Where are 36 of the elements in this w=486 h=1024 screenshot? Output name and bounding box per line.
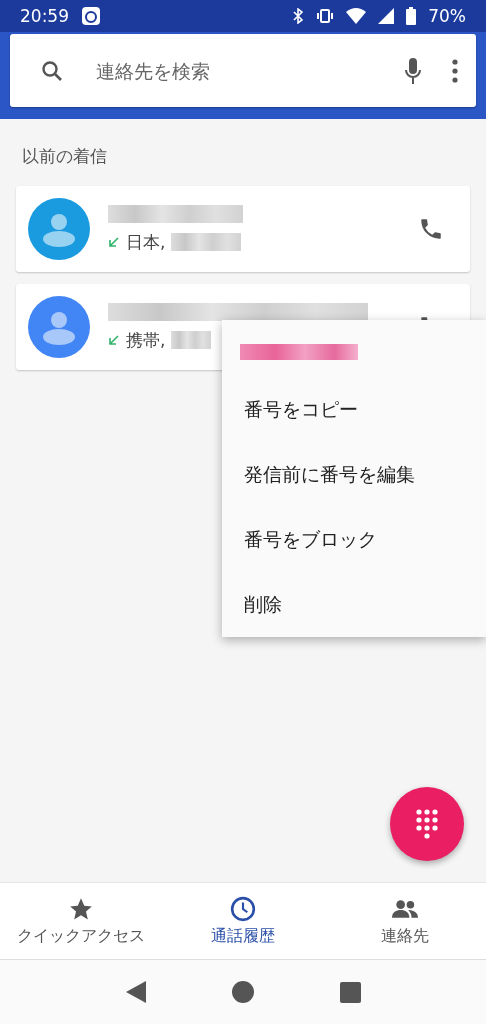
battery-percent: 70% bbox=[428, 6, 466, 26]
vibrate-icon bbox=[316, 9, 335, 23]
signal-icon bbox=[378, 8, 395, 24]
nav-tab[interactable]: 連絡先 bbox=[324, 883, 486, 959]
call-location: 日本, bbox=[126, 230, 166, 254]
status-time: 20:59 bbox=[20, 6, 69, 26]
nav-tab[interactable]: クイックアクセス bbox=[0, 883, 162, 959]
section-title: 以前の着信 bbox=[22, 145, 108, 168]
avatar-icon bbox=[28, 296, 90, 358]
incoming-call-icon bbox=[108, 236, 120, 248]
dialpad-button[interactable] bbox=[390, 787, 464, 861]
microphone-icon[interactable] bbox=[404, 56, 422, 85]
menu-item[interactable]: 番号をコピー bbox=[222, 377, 486, 442]
more-options-icon[interactable] bbox=[452, 58, 458, 83]
battery-icon bbox=[406, 7, 417, 25]
dialpad-icon bbox=[416, 809, 438, 839]
app-notification-icon bbox=[81, 6, 101, 26]
redacted-text bbox=[171, 233, 242, 251]
call-card[interactable]: 日本, bbox=[16, 186, 470, 272]
search-field[interactable]: 連絡先を検索 bbox=[94, 58, 374, 83]
recents-icon[interactable] bbox=[339, 981, 361, 1003]
search-icon[interactable] bbox=[40, 58, 64, 83]
phone-icon[interactable] bbox=[418, 216, 444, 242]
nav-tab[interactable]: 通話履歴 bbox=[162, 883, 324, 959]
incoming-call-icon bbox=[108, 334, 120, 346]
wifi-icon bbox=[346, 8, 367, 24]
menu-item[interactable]: 発信前に番号を編集 bbox=[222, 442, 486, 507]
bluetooth-icon bbox=[292, 8, 305, 24]
back-icon[interactable] bbox=[125, 981, 146, 1003]
call-location: 携帯, bbox=[126, 328, 166, 352]
clock-icon bbox=[230, 895, 256, 922]
menu-item[interactable]: 削除 bbox=[222, 572, 486, 637]
home-icon[interactable] bbox=[231, 981, 254, 1003]
avatar-icon bbox=[28, 198, 90, 260]
menu-item[interactable]: 番号をブロック bbox=[222, 507, 486, 572]
redacted-text bbox=[171, 331, 212, 349]
